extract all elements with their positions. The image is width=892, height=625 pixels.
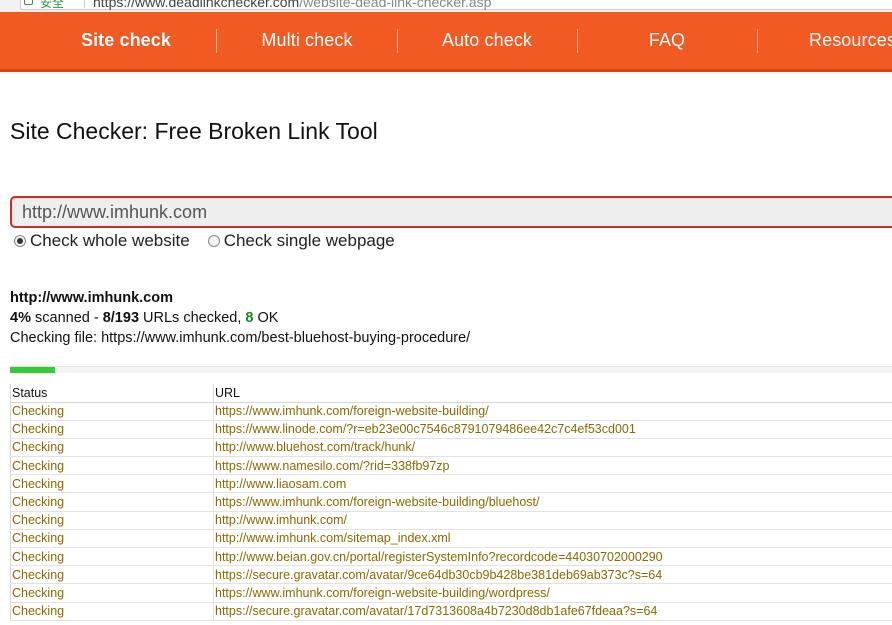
check-mode-options: Check whole website Check single webpage	[14, 231, 395, 251]
secure-label: 安全	[40, 0, 65, 10]
row-url-link[interactable]: https://www.imhunk.com/foreign-website-b…	[215, 495, 539, 509]
row-url-link[interactable]: http://www.liaosam.com	[215, 477, 346, 491]
table-row: Checking https://secure.gravatar.com/avat…	[10, 602, 892, 621]
status-column-header: Status	[10, 384, 214, 403]
row-status: Checking	[10, 529, 214, 549]
row-url-cell: http://www.imhunk.com/	[213, 511, 892, 530]
address-url-path: /website-dead-link-checker.asp	[299, 0, 492, 10]
table-row: Checking https://www.imhunk.com/foreign-w…	[10, 402, 892, 421]
table-row: Checking https://www.linode.com/?r=eb23e0…	[10, 420, 892, 439]
row-url-cell: https://www.imhunk.com/foreign-website-b…	[213, 402, 892, 421]
page-title: Site Checker: Free Broken Link Tool	[10, 118, 378, 144]
table-row: Checking https://www.imhunk.com/foreign-w…	[10, 492, 892, 512]
row-status: Checking	[10, 511, 214, 530]
row-status: Checking	[10, 565, 214, 585]
nav-resources[interactable]: Resources	[757, 12, 892, 69]
scan-ok-count: 8	[245, 310, 254, 326]
browser-address-bar: 安全 https://www.deadlinkchecker.com/websi…	[0, 0, 892, 12]
row-status: Checking	[10, 583, 214, 603]
address-url-main: https://www.deadlinkchecker.com	[93, 0, 300, 10]
row-url-cell: https://secure.gravatar.com/avatar/17d73…	[213, 602, 892, 621]
lock-icon	[24, 0, 33, 5]
scan-current-file-label: Checking file:	[10, 330, 98, 346]
row-status: Checking	[10, 402, 214, 421]
results-body: Checking https://www.imhunk.com/foreign-w…	[10, 402, 892, 621]
radio-whole-website[interactable]: Check whole website	[14, 231, 190, 251]
row-url-cell: http://www.liaosam.com	[213, 474, 892, 494]
row-status: Checking	[10, 492, 214, 512]
row-status: Checking	[10, 602, 214, 621]
row-url-link[interactable]: http://www.beian.gov.cn/portal/registerS…	[215, 550, 663, 564]
row-status: Checking	[10, 474, 214, 494]
scan-host: http://www.imhunk.com	[10, 290, 173, 306]
radio-single-webpage-label: Check single webpage	[223, 231, 395, 250]
row-status: Checking	[10, 547, 214, 567]
row-status: Checking	[10, 456, 214, 476]
results-header-row: Status URL	[10, 384, 892, 403]
row-url-link[interactable]: https://www.imhunk.com/foreign-website-b…	[215, 404, 489, 418]
nav-site-check[interactable]: Site check	[36, 12, 216, 69]
row-url-link[interactable]: https://secure.gravatar.com/avatar/17d73…	[215, 604, 657, 618]
scan-progress-text: 4% scanned - 8/193 URLs checked, 8 OK	[10, 308, 470, 328]
table-row: Checking http://www.liaosam.com	[10, 474, 892, 494]
radio-whole-website-label: Check whole website	[30, 231, 190, 250]
row-url-link[interactable]: https://www.linode.com/?r=eb23e00c7546c8…	[215, 422, 636, 436]
address-url[interactable]: https://www.deadlinkchecker.com/website-…	[93, 0, 491, 10]
row-url-cell: http://www.bluehost.com/track/hunk/	[213, 438, 892, 458]
radio-single-webpage[interactable]: Check single webpage	[207, 231, 395, 251]
row-url-cell: https://secure.gravatar.com/avatar/9ce64…	[213, 565, 892, 585]
scan-progress-bar	[10, 366, 892, 373]
nav-auto-check[interactable]: Auto check	[397, 12, 577, 69]
table-row: Checking http://www.imhunk.com/	[10, 511, 892, 530]
row-url-link[interactable]: http://www.imhunk.com/	[215, 513, 347, 527]
scan-percent: 4%	[10, 310, 31, 326]
radio-unselected-icon[interactable]	[207, 235, 220, 247]
row-url-cell: https://www.imhunk.com/foreign-website-b…	[213, 583, 892, 603]
row-url-cell: https://www.imhunk.com/foreign-website-b…	[213, 492, 892, 512]
address-divider	[84, 0, 85, 8]
radio-selected-icon[interactable]	[14, 235, 26, 247]
table-row: Checking http://www.imhunk.com/sitemap_in…	[10, 529, 892, 549]
row-url-link[interactable]: https://www.imhunk.com/foreign-website-b…	[215, 586, 550, 600]
row-url-cell: http://www.imhunk.com/sitemap_index.xml	[213, 529, 892, 549]
scan-checked-label: URLs checked,	[143, 310, 242, 326]
row-status: Checking	[10, 438, 214, 458]
nav-multi-check[interactable]: Multi check	[217, 12, 397, 69]
row-url-link[interactable]: http://www.imhunk.com/sitemap_index.xml	[215, 531, 451, 545]
row-url-cell: https://www.linode.com/?r=eb23e00c7546c8…	[213, 420, 892, 439]
scan-ok-label: OK	[257, 310, 279, 326]
table-row: Checking https://secure.gravatar.com/avat…	[10, 565, 892, 585]
scan-progress-fill	[10, 367, 55, 373]
table-row: Checking https://www.imhunk.com/foreign-w…	[10, 583, 892, 603]
results-table: Status URL Checking https://www.imhunk.co…	[10, 384, 892, 621]
row-url-link[interactable]: https://www.namesilo.com/?rid=338fb97zp	[215, 459, 450, 473]
scan-status: http://www.imhunk.com 4% scanned - 8/193…	[10, 288, 470, 348]
table-row: Checking https://www.namesilo.com/?rid=33…	[10, 456, 892, 476]
table-row: Checking http://www.beian.gov.cn/portal/r…	[10, 547, 892, 567]
scan-scanned-label: scanned -	[35, 310, 99, 326]
scan-checked-count: 8/193	[102, 310, 140, 326]
scan-current-file: Checking file: https://www.imhunk.com/be…	[10, 328, 470, 348]
row-url-cell: http://www.beian.gov.cn/portal/registerS…	[213, 547, 892, 567]
scan-current-file-url: https://www.imhunk.com/best-bluehost-buy…	[101, 330, 471, 346]
row-url-cell: https://www.namesilo.com/?rid=338fb97zp	[213, 456, 892, 476]
main-nav: Site check Multi check Auto check FAQ Re…	[0, 12, 892, 72]
row-url-link[interactable]: http://www.bluehost.com/track/hunk/	[215, 440, 415, 454]
nav-faq[interactable]: FAQ	[577, 12, 757, 69]
table-row: Checking http://www.bluehost.com/track/hu…	[10, 438, 892, 458]
row-status: Checking	[10, 420, 214, 439]
url-column-header: URL	[213, 384, 892, 403]
row-url-link[interactable]: https://secure.gravatar.com/avatar/9ce64…	[215, 568, 662, 582]
url-input[interactable]	[10, 196, 892, 228]
